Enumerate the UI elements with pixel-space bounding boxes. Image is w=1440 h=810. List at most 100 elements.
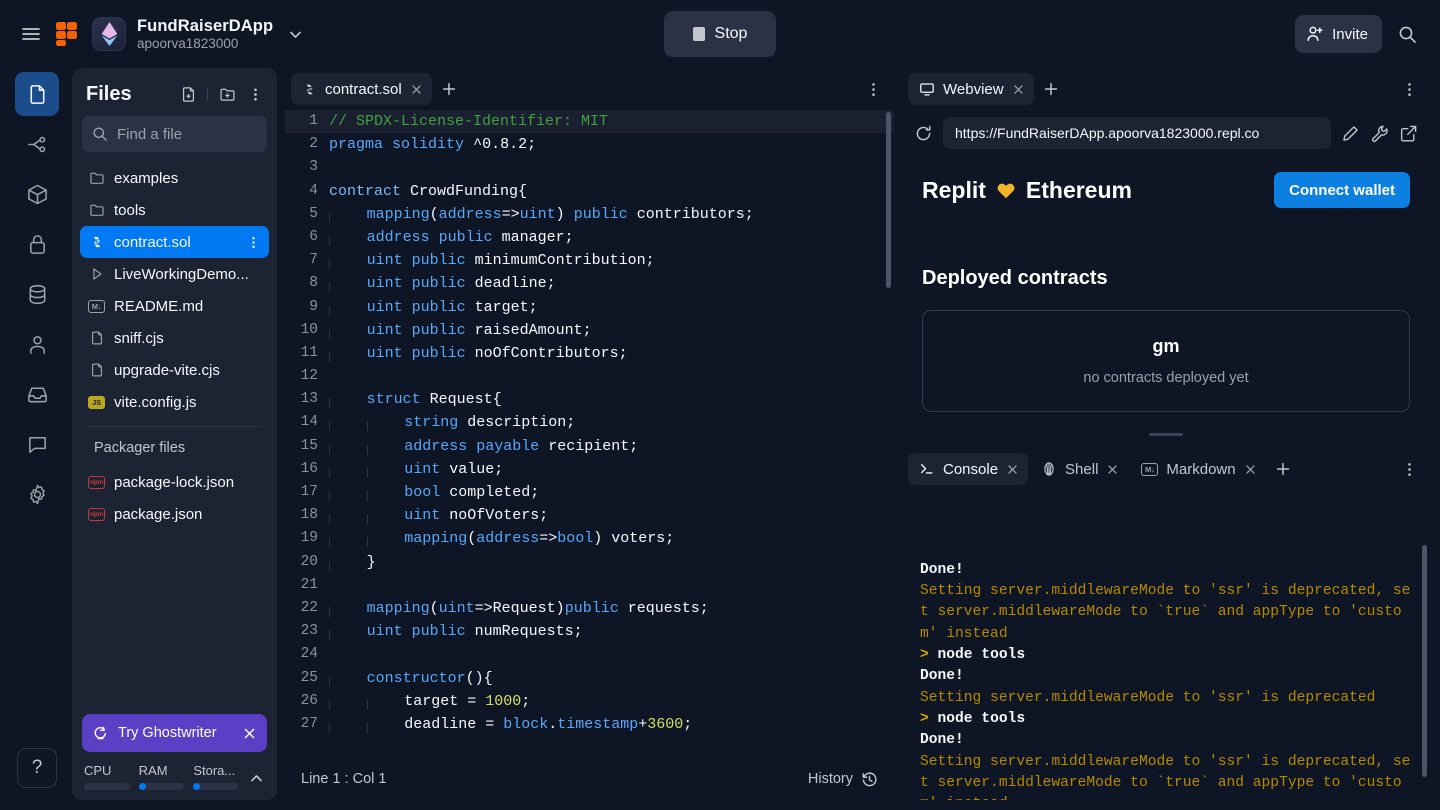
- code-token: uint: [367, 345, 403, 362]
- add-console-tab-button[interactable]: [1268, 454, 1298, 484]
- url-input[interactable]: https://FundRaiserDApp.apoorva1823000.re…: [943, 117, 1331, 149]
- code-token: [466, 623, 475, 640]
- list-item[interactable]: npm package.json: [80, 498, 269, 530]
- code-lines-container: 1// SPDX-License-Identifier: MIT2pragma …: [285, 110, 894, 736]
- console-scrollbar[interactable]: [1422, 545, 1427, 777]
- code-token: ): [556, 206, 574, 223]
- code-token: mapping: [404, 530, 467, 547]
- search-icon[interactable]: [1388, 15, 1426, 53]
- list-item[interactable]: npm package-lock.json: [80, 466, 269, 498]
- code-token: deadline;: [475, 275, 556, 292]
- help-button[interactable]: ?: [17, 748, 57, 788]
- tab-markdown[interactable]: M↓ Markdown: [1130, 453, 1265, 485]
- sidebar-item-database[interactable]: [15, 272, 59, 316]
- code-token: [440, 507, 449, 524]
- invite-button-label: Invite: [1332, 26, 1368, 43]
- code-line: 16uint value;: [285, 458, 894, 481]
- tab-shell[interactable]: Shell: [1030, 453, 1128, 485]
- try-ghostwriter-button[interactable]: Try Ghostwriter: [82, 714, 267, 752]
- wrench-icon[interactable]: [1370, 124, 1389, 143]
- right-column: Webview: [902, 68, 1430, 800]
- stop-square-icon: [693, 27, 705, 41]
- sidebar-item-settings[interactable]: [15, 472, 59, 516]
- code-line: 3: [285, 156, 894, 179]
- tab-webview[interactable]: Webview: [908, 73, 1034, 105]
- editor-more-options-icon[interactable]: [861, 81, 886, 98]
- search-box[interactable]: [82, 116, 267, 152]
- list-item-contract-sol[interactable]: contract.sol: [80, 226, 269, 258]
- sidebar-more-options-icon[interactable]: [243, 82, 267, 106]
- code-token: [466, 252, 475, 269]
- console-output[interactable]: Done!Setting server.middlewareMode to 's…: [902, 490, 1430, 800]
- code-token: voters;: [611, 530, 674, 547]
- close-icon[interactable]: [1106, 463, 1119, 476]
- sidebar-item-secrets[interactable]: [15, 222, 59, 266]
- history-button[interactable]: History: [808, 771, 878, 788]
- close-icon[interactable]: [410, 83, 423, 96]
- code-token: uint: [367, 252, 403, 269]
- add-webview-tab-button[interactable]: [1036, 74, 1066, 104]
- pencil-icon[interactable]: [1341, 124, 1360, 143]
- editor-scrollbar[interactable]: [886, 112, 891, 288]
- chevron-down-icon[interactable]: [287, 26, 304, 43]
- connect-wallet-button[interactable]: Connect wallet: [1274, 172, 1410, 208]
- new-folder-icon[interactable]: [215, 82, 239, 106]
- panel-resize-handle[interactable]: [1149, 433, 1183, 436]
- console-more-options-icon[interactable]: [1397, 461, 1422, 478]
- list-item[interactable]: examples: [80, 162, 269, 194]
- close-icon[interactable]: [1006, 463, 1019, 476]
- console-line: Done!: [920, 730, 1416, 751]
- resource-label: Stora...: [193, 763, 239, 778]
- hamburger-icon[interactable]: [12, 15, 50, 53]
- replit-logo[interactable]: [50, 15, 84, 53]
- list-item[interactable]: tools: [80, 194, 269, 226]
- list-item[interactable]: sniff.cjs: [80, 322, 269, 354]
- code-token: [403, 275, 412, 292]
- search-input[interactable]: [117, 126, 257, 143]
- code-token: .: [548, 716, 557, 733]
- code-editor[interactable]: 1// SPDX-License-Identifier: MIT2pragma …: [285, 110, 894, 758]
- code-token: value;: [449, 461, 503, 478]
- webview-more-options-icon[interactable]: [1397, 81, 1422, 98]
- open-external-icon[interactable]: [1399, 124, 1418, 143]
- code-token: =>: [539, 530, 557, 547]
- add-tab-button[interactable]: [434, 74, 464, 104]
- chevron-up-icon[interactable]: [248, 770, 265, 790]
- console-command: node tools: [929, 647, 1025, 663]
- code-token: [466, 345, 475, 362]
- cursor-position: Line 1 : Col 1: [301, 771, 386, 787]
- code-token: [464, 136, 473, 153]
- stop-button[interactable]: Stop: [664, 11, 776, 57]
- reload-icon[interactable]: [914, 124, 933, 143]
- close-icon[interactable]: [242, 726, 257, 741]
- brand-right-label: Ethereum: [1026, 177, 1132, 204]
- list-item[interactable]: LiveWorkingDemo...: [80, 258, 269, 290]
- sidebar-item-deployments[interactable]: [15, 372, 59, 416]
- tab-console[interactable]: Console: [908, 453, 1028, 485]
- code-line: 19mapping(address=>bool) voters;: [285, 527, 894, 550]
- code-token: uint: [367, 322, 403, 339]
- list-item[interactable]: M↓ README.md: [80, 290, 269, 322]
- close-icon[interactable]: [1012, 83, 1025, 96]
- sidebar-item-chat[interactable]: [15, 422, 59, 466]
- list-item[interactable]: upgrade-vite.cjs: [80, 354, 269, 386]
- resource-ram: RAM: [139, 763, 185, 790]
- invite-button[interactable]: Invite: [1295, 15, 1382, 53]
- code-line: 6address public manager;: [285, 226, 894, 249]
- line-number: 19: [285, 527, 329, 550]
- list-item[interactable]: JS vite.config.js: [80, 386, 269, 418]
- close-icon[interactable]: [1244, 463, 1257, 476]
- sidebar-item-files[interactable]: [15, 72, 59, 116]
- code-token: mapping: [367, 600, 430, 617]
- sidebar-item-authentication[interactable]: [15, 322, 59, 366]
- tab-contract-sol[interactable]: contract.sol: [291, 73, 432, 105]
- new-file-icon[interactable]: [176, 82, 200, 106]
- sidebar-item-version-control[interactable]: [15, 122, 59, 166]
- file-more-options-icon[interactable]: [246, 235, 261, 250]
- solidity-icon: [302, 82, 317, 97]
- sidebar-item-packages[interactable]: [15, 172, 59, 216]
- toolbar-divider: [207, 88, 208, 100]
- line-number: 13: [285, 388, 329, 411]
- code-token: [401, 183, 410, 200]
- line-number: 26: [285, 690, 329, 713]
